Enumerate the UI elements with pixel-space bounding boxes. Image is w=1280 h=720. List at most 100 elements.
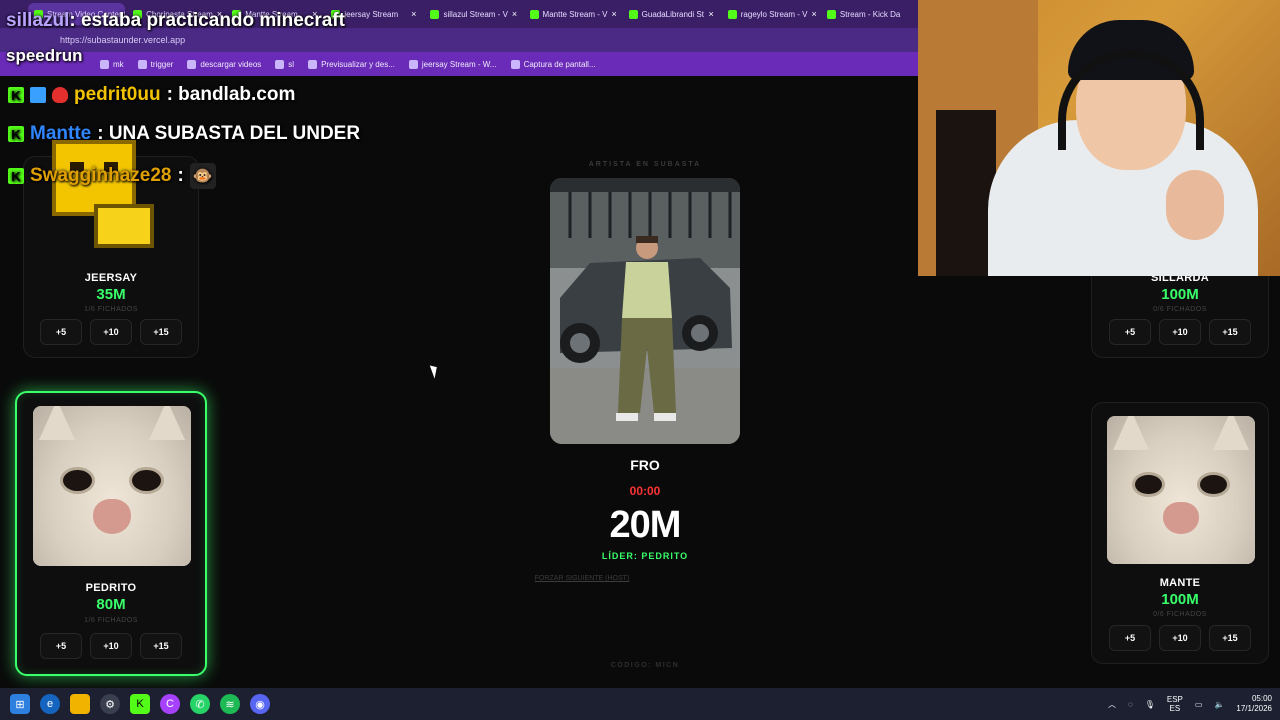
clock-time: 05:00 (1251, 694, 1272, 703)
browser-tab[interactable]: Mantte Stream - V × (524, 3, 621, 25)
kick-icon: K (8, 168, 24, 184)
webcam-person-hand (1166, 170, 1224, 240)
cat-nose (1163, 501, 1199, 535)
bookmark-icon (510, 59, 520, 69)
artist-name: FRO (630, 457, 660, 473)
bidder-name: JEERSAY (84, 272, 138, 284)
bookmark-item[interactable]: descargar videos (187, 59, 261, 69)
bookmark-icon (100, 59, 109, 69)
clock[interactable]: 05:00 17/1/2026 (1236, 694, 1272, 714)
stream-subtitle-overlay: speedrun (6, 46, 83, 65)
bid-plus-10-button[interactable]: +10 (1159, 625, 1201, 651)
bookmark-icon (308, 59, 318, 69)
bidder-fichados: 0/6 FICHADOS (1153, 611, 1207, 618)
cat-eye (1197, 472, 1230, 498)
force-next-link[interactable]: FORZAR SIGUIENTE (HOST) (520, 575, 644, 582)
bid-plus-10-button[interactable]: +10 (90, 319, 132, 345)
bidder-fichados: 1/6 FICHADOS (84, 617, 138, 624)
bidder-photo (1107, 416, 1255, 564)
close-icon[interactable]: × (411, 9, 416, 19)
screen: Stream Video Content Choripasta Stream × … (0, 0, 1280, 720)
bookmark-icon (137, 59, 147, 69)
browser-tab[interactable]: GuadaLibrandi St × (623, 3, 720, 25)
chat-text: : (177, 165, 184, 186)
bid-plus-10-button[interactable]: +10 (90, 633, 132, 659)
discord-icon[interactable]: ◉ (250, 694, 270, 714)
bid-plus-15-button[interactable]: +15 (140, 633, 182, 659)
cat-eye (59, 466, 95, 494)
bookmark-item[interactable]: jeersay Stream - W... (408, 59, 497, 69)
bid-buttons: +5 +10 +15 (1092, 319, 1268, 345)
browser-tab[interactable]: rageylo Stream - V × (722, 3, 819, 25)
chevron-up-icon[interactable]: ︿ (1108, 699, 1116, 710)
taskbar: ⊞ e ⚙ K C ✆ ≋ ◉ ︿ ◌ 🎙 ESP ES ▭ 🔈 05:00 1… (0, 688, 1280, 720)
kick-icon (727, 9, 737, 19)
chat-text: : bandlab.com (166, 84, 296, 105)
wifi-icon[interactable]: ▭ (1195, 700, 1203, 709)
clock-date: 17/1/2026 (1236, 704, 1272, 713)
bid-plus-10-button[interactable]: +10 (1159, 319, 1201, 345)
bookmark-item[interactable]: mk (100, 59, 124, 69)
bid-plus-15-button[interactable]: +15 (1209, 625, 1251, 651)
mouse-cursor-icon (429, 363, 441, 379)
bid-plus-5-button[interactable]: +5 (40, 319, 82, 345)
cat-eye (1132, 472, 1165, 498)
cat-image (1107, 416, 1255, 564)
chat-username: pedrit0uu (74, 84, 161, 105)
bookmark-item[interactable]: trigger (137, 59, 173, 69)
bidder-amount: 100M (1161, 591, 1199, 608)
volume-icon[interactable]: 🔈 (1214, 700, 1224, 709)
artist-photo-image (550, 178, 740, 444)
bidder-fichados: 0/6 FICHADOS (1153, 306, 1207, 313)
close-icon[interactable]: × (709, 9, 714, 19)
pixel-emote (38, 140, 154, 250)
browser-tab[interactable]: Stream - Kick Da (821, 3, 918, 25)
settings-gear-icon[interactable]: ⚙ (100, 694, 120, 714)
bidder-amount: 35M (96, 286, 126, 303)
bidder-amount: 100M (1161, 286, 1199, 303)
cat-ear (1113, 416, 1149, 450)
bidder-name: PEDRITO (85, 582, 137, 594)
kick-icon (430, 9, 440, 19)
bookmark-item[interactable]: sl (275, 59, 294, 69)
overlay-text: : estaba practicando minecraft (69, 10, 345, 31)
bid-buttons: +5 +10 +15 (1092, 625, 1268, 651)
bidder-card-pedrito: PEDRITO 80M 1/6 FICHADOS +5 +10 +15 (15, 391, 207, 676)
kick-icon: K (8, 126, 24, 142)
bookmark-item[interactable]: Captura de pantall... (510, 59, 596, 69)
windows-start-icon[interactable]: ⊞ (10, 694, 30, 714)
edge-browser-icon[interactable]: e (40, 694, 60, 714)
close-icon[interactable]: × (512, 9, 517, 19)
kick-icon: K (8, 87, 24, 103)
auction-section-label: ARTISTA EN SUBASTA (588, 161, 702, 168)
close-icon[interactable]: × (811, 9, 816, 19)
bidder-card-mante: MANTE 100M 0/6 FICHADOS +5 +10 +15 (1091, 402, 1269, 664)
bidder-photo (33, 406, 191, 566)
file-explorer-icon[interactable] (70, 694, 90, 714)
bid-plus-5-button[interactable]: +5 (40, 633, 82, 659)
whatsapp-icon[interactable]: ✆ (190, 694, 210, 714)
current-bid-amount: 20M (609, 504, 682, 546)
browser-tab[interactable]: sillazul Stream - V × (424, 3, 521, 25)
chat-message: K Swagginhaze28 : 🐵 (8, 163, 216, 189)
language-indicator[interactable]: ESP ES (1167, 695, 1183, 713)
stream-title-overlay: sillazul: estaba practicando minecraft (6, 10, 345, 32)
chat-username: Swagginhaze28 (30, 165, 172, 186)
bidder-fichados: 1/6 FICHADOS (84, 306, 138, 313)
bidder-amount: 80M (96, 596, 126, 613)
bid-plus-15-button[interactable]: +15 (1209, 319, 1251, 345)
close-icon[interactable]: × (611, 9, 616, 19)
network-icon[interactable]: ◌ (1128, 700, 1133, 709)
chat-message: K pedrit0uu : bandlab.com (8, 84, 295, 106)
bid-plus-5-button[interactable]: +5 (1109, 625, 1151, 651)
spotify-icon[interactable]: ≋ (220, 694, 240, 714)
kick-app-icon[interactable]: K (130, 694, 150, 714)
streaming-app-icon[interactable]: C (160, 694, 180, 714)
bookmark-item[interactable]: Previsualizar y des... (308, 59, 395, 69)
url-text[interactable]: https://subastaunder.vercel.app (60, 35, 185, 45)
microphone-icon[interactable]: 🎙 (1145, 700, 1155, 709)
bid-plus-15-button[interactable]: +15 (140, 319, 182, 345)
bid-plus-5-button[interactable]: +5 (1109, 319, 1151, 345)
cat-nose (93, 498, 131, 534)
kick-icon (826, 9, 836, 19)
